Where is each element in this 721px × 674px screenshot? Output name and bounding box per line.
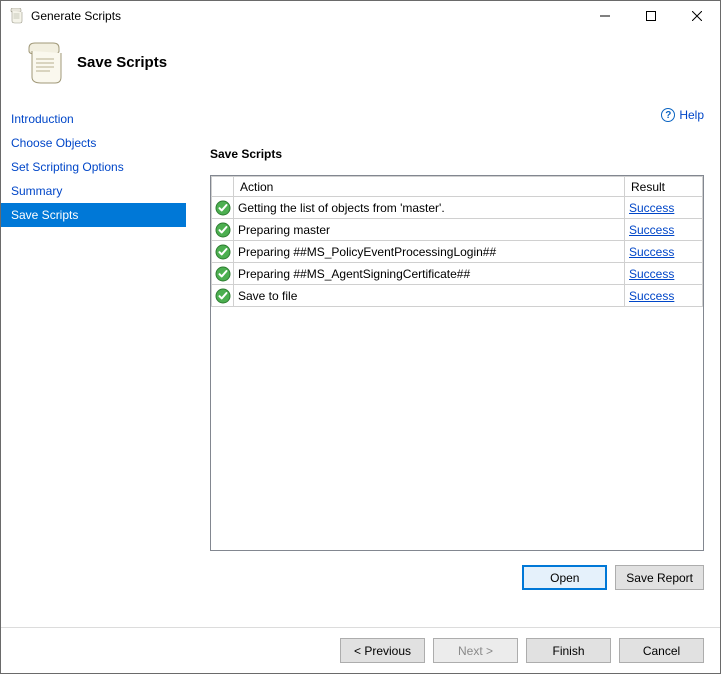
generate-scripts-window: Generate Scripts Save Scripts Introducti	[0, 0, 721, 674]
success-icon	[212, 263, 234, 285]
results-table: Action Result Getting the list of object…	[211, 176, 703, 307]
col-header-icon	[212, 177, 234, 197]
window-controls	[582, 1, 720, 31]
help-icon: ?	[661, 108, 675, 122]
content-panel: ? Help Save Scripts Action Result	[186, 95, 720, 627]
sidebar-item-introduction[interactable]: Introduction	[1, 107, 186, 131]
close-button[interactable]	[674, 1, 720, 31]
table-row: Getting the list of objects from 'master…	[212, 197, 703, 219]
table-row: Preparing ##MS_PolicyEventProcessingLogi…	[212, 241, 703, 263]
action-cell: Getting the list of objects from 'master…	[234, 197, 625, 219]
maximize-button[interactable]	[628, 1, 674, 31]
wizard-body: Introduction Choose Objects Set Scriptin…	[1, 95, 720, 627]
minimize-button[interactable]	[582, 1, 628, 31]
content-heading: Save Scripts	[210, 147, 704, 161]
action-cell: Preparing ##MS_AgentSigningCertificate##	[234, 263, 625, 285]
success-icon	[212, 241, 234, 263]
help-label: Help	[679, 108, 704, 122]
success-icon	[212, 197, 234, 219]
cancel-button[interactable]: Cancel	[619, 638, 704, 663]
sidebar-item-choose-objects[interactable]: Choose Objects	[1, 131, 186, 155]
sidebar-item-summary[interactable]: Summary	[1, 179, 186, 203]
result-cell[interactable]: Success	[625, 219, 703, 241]
result-cell[interactable]: Success	[625, 285, 703, 307]
script-icon	[23, 42, 65, 84]
open-button[interactable]: Open	[522, 565, 607, 590]
help-link[interactable]: ? Help	[661, 108, 704, 122]
col-header-action: Action	[234, 177, 625, 197]
table-header-row: Action Result	[212, 177, 703, 197]
action-cell: Preparing ##MS_PolicyEventProcessingLogi…	[234, 241, 625, 263]
sidebar-item-set-scripting-options[interactable]: Set Scripting Options	[1, 155, 186, 179]
results-grid: Action Result Getting the list of object…	[210, 175, 704, 551]
page-title: Save Scripts	[77, 54, 167, 71]
action-cell: Save to file	[234, 285, 625, 307]
content-buttons: Open Save Report	[210, 565, 704, 590]
sidebar: Introduction Choose Objects Set Scriptin…	[1, 95, 186, 627]
result-cell[interactable]: Success	[625, 241, 703, 263]
table-row: Preparing masterSuccess	[212, 219, 703, 241]
success-icon	[212, 219, 234, 241]
next-button[interactable]: Next >	[433, 638, 518, 663]
table-row: Save to fileSuccess	[212, 285, 703, 307]
app-icon	[9, 8, 25, 24]
sidebar-item-save-scripts[interactable]: Save Scripts	[1, 203, 186, 227]
finish-button[interactable]: Finish	[526, 638, 611, 663]
wizard-header: Save Scripts	[1, 31, 720, 95]
wizard-footer: < Previous Next > Finish Cancel	[1, 627, 720, 673]
titlebar: Generate Scripts	[1, 1, 720, 31]
result-cell[interactable]: Success	[625, 263, 703, 285]
success-icon	[212, 285, 234, 307]
col-header-result: Result	[625, 177, 703, 197]
table-row: Preparing ##MS_AgentSigningCertificate##…	[212, 263, 703, 285]
window-title: Generate Scripts	[31, 9, 582, 23]
previous-button[interactable]: < Previous	[340, 638, 425, 663]
save-report-button[interactable]: Save Report	[615, 565, 704, 590]
result-cell[interactable]: Success	[625, 197, 703, 219]
action-cell: Preparing master	[234, 219, 625, 241]
help-row: ? Help	[210, 105, 704, 125]
